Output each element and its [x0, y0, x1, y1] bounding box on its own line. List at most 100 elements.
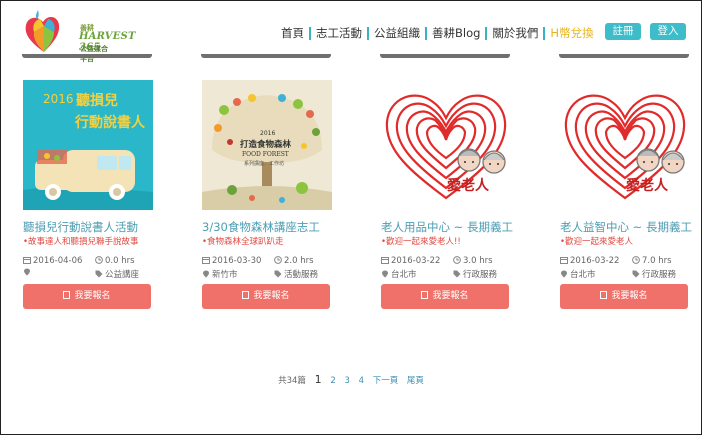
- signup-button[interactable]: 我要報名: [560, 284, 688, 309]
- nav-home[interactable]: 首頁: [276, 26, 309, 40]
- pagination-page-3[interactable]: 3: [344, 376, 349, 386]
- clock-icon: [274, 256, 282, 264]
- event-hours-text: 7.0 hrs: [642, 256, 672, 266]
- event-location: 新竹市: [202, 268, 238, 280]
- event-thumbnail[interactable]: 愛老人: [560, 80, 690, 210]
- event-subtitle: •故事達人和聽損兒聯手說故事: [23, 237, 139, 247]
- event-date-text: 2016-03-22: [391, 256, 441, 266]
- event-category-text: 公益講座: [105, 270, 140, 280]
- event-category-text: 行政服務: [642, 270, 677, 280]
- event-subtitle: •歡迎一起來愛老人!!: [381, 237, 461, 247]
- event-location-text: 新竹市: [212, 270, 238, 280]
- card-top-edge: [559, 54, 689, 58]
- event-thumbnail[interactable]: 2016 聽損兒 行動說書人: [23, 80, 153, 210]
- event-hours-text: 3.0 hrs: [463, 256, 493, 266]
- event-subtitle: •食物森林全球趴趴走: [202, 237, 284, 247]
- main-nav: 首頁 志工活動 公益組織 善耕Blog 關於我們 H幣兌換: [276, 25, 599, 41]
- event-category: 公益講座: [95, 268, 139, 280]
- map-pin-icon: [24, 268, 30, 276]
- event-thumbnail[interactable]: 2016 打造食物森林 FOOD FOREST 系列講座．工作坊: [202, 80, 332, 210]
- event-hours: 2.0 hrs: [274, 256, 314, 266]
- calendar-icon: [560, 257, 568, 264]
- pagination-total: 共34篇: [278, 376, 306, 386]
- heart-logo-icon: [25, 10, 60, 52]
- event-date-text: 2016-04-06: [33, 256, 83, 266]
- signup-button[interactable]: 我要報名: [202, 284, 330, 309]
- tag-icon: [453, 270, 461, 278]
- event-date: 2016-03-30: [202, 256, 261, 266]
- event-thumbnail[interactable]: 愛老人: [381, 80, 511, 210]
- event-date: 2016-04-06: [23, 256, 82, 266]
- signup-label: 我要報名: [611, 291, 648, 301]
- thumb-line1-text: 打造食物森林: [240, 140, 292, 150]
- event-title[interactable]: 聽損兒行動說書人活動: [23, 219, 138, 235]
- love-elders-image: [381, 80, 511, 210]
- calendar-icon: [202, 257, 210, 264]
- event-title[interactable]: 老人用品中心 ~ 長期義工: [381, 219, 513, 235]
- document-icon: [421, 291, 429, 299]
- map-pin-icon: [382, 270, 388, 278]
- event-location-text: 台北市: [391, 270, 417, 280]
- pagination-last[interactable]: 尾頁: [407, 376, 424, 386]
- map-pin-icon: [561, 270, 567, 278]
- signup-button[interactable]: 我要報名: [23, 284, 151, 309]
- event-date-text: 2016-03-22: [570, 256, 620, 266]
- tag-icon: [274, 270, 282, 278]
- event-category: 行政服務: [632, 268, 676, 280]
- event-hours: 7.0 hrs: [632, 256, 672, 266]
- calendar-icon: [381, 257, 389, 264]
- screenshot-border: [0, 0, 702, 435]
- clock-icon: [95, 256, 103, 264]
- signup-button[interactable]: 我要報名: [381, 284, 509, 309]
- event-title[interactable]: 老人益智中心 ~ 長期義工: [560, 219, 692, 235]
- event-location-text: 台北市: [570, 270, 596, 280]
- love-elders-image: [560, 80, 690, 210]
- event-location: 台北市: [381, 268, 417, 280]
- event-location: 台北市: [560, 268, 596, 280]
- event-date: 2016-03-22: [381, 256, 440, 266]
- clock-icon: [632, 256, 640, 264]
- tag-icon: [95, 270, 103, 278]
- event-hours-text: 2.0 hrs: [284, 256, 314, 266]
- card-top-edge: [22, 54, 152, 58]
- thumb-line2-text: FOOD FOREST: [242, 151, 289, 158]
- thumb-year-text: 2016: [43, 92, 74, 106]
- thumb-caption-text: 愛老人: [626, 178, 668, 194]
- nav-blog[interactable]: 善耕Blog: [427, 26, 485, 40]
- nav-about[interactable]: 關於我們: [487, 26, 543, 40]
- nav-hcoin-exchange[interactable]: H幣兌換: [545, 26, 598, 40]
- event-title[interactable]: 3/30食物森林講座志工: [202, 219, 320, 235]
- event-category: 活動服務: [274, 268, 318, 280]
- nav-organizations[interactable]: 公益組織: [369, 26, 425, 40]
- event-category-text: 活動服務: [284, 270, 319, 280]
- pagination-page-4[interactable]: 4: [359, 376, 364, 386]
- pagination-current-page: 1: [314, 373, 322, 386]
- event-hours: 3.0 hrs: [453, 256, 493, 266]
- map-pin-icon: [203, 270, 209, 278]
- site-header: 善耕 HARVEST 365 公益媒合平台 首頁 志工活動 公益組織 善耕Blo…: [0, 0, 702, 63]
- card-top-edge: [201, 54, 331, 58]
- nav-volunteer[interactable]: 志工活動: [311, 26, 367, 40]
- event-location: [23, 268, 33, 278]
- thumb-line2-text: 行動說書人: [75, 115, 145, 131]
- event-hours-text: 0.0 hrs: [105, 256, 135, 266]
- register-button[interactable]: 註冊: [605, 23, 641, 40]
- event-hours: 0.0 hrs: [95, 256, 135, 266]
- clock-icon: [453, 256, 461, 264]
- pagination-next[interactable]: 下一頁: [373, 376, 399, 386]
- card-top-edge: [380, 54, 510, 58]
- calendar-icon: [23, 257, 31, 264]
- thumb-line3-text: 系列講座．工作坊: [244, 161, 285, 167]
- site-logo[interactable]: 善耕 HARVEST 365 公益媒合平台: [22, 8, 135, 63]
- thumb-caption-text: 愛老人: [447, 178, 489, 194]
- pagination: 共34篇 1 2 3 4 下一頁 尾頁: [0, 373, 702, 386]
- tag-icon: [632, 270, 640, 278]
- event-date-text: 2016-03-30: [212, 256, 262, 266]
- document-icon: [63, 291, 71, 299]
- signup-label: 我要報名: [432, 291, 469, 301]
- pagination-page-2[interactable]: 2: [330, 376, 335, 386]
- login-button[interactable]: 登入: [650, 23, 686, 40]
- document-icon: [600, 291, 608, 299]
- document-icon: [242, 291, 250, 299]
- thumb-line1-text: 聽損兒: [76, 93, 118, 109]
